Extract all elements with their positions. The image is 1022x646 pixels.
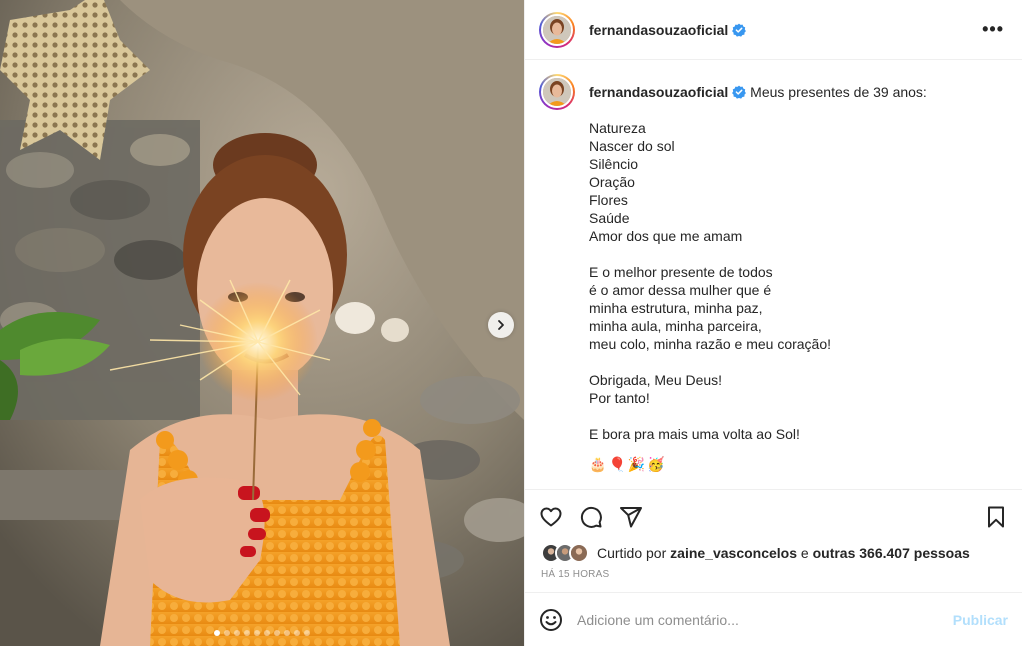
carousel-dot xyxy=(274,630,280,636)
likes-count-link[interactable]: outras 366.407 pessoas xyxy=(813,545,970,561)
verified-badge-icon xyxy=(732,23,747,37)
action-bar xyxy=(525,489,1022,543)
liker-username-link[interactable]: zaine_vasconcelos xyxy=(670,545,797,561)
carousel-next-button[interactable] xyxy=(488,312,514,338)
caption-body: Natureza Nascer do sol Silêncio Oração Flore… xyxy=(589,119,927,443)
carousel-dot xyxy=(294,630,300,636)
comment-icon[interactable] xyxy=(579,505,603,529)
more-options-icon[interactable]: ••• xyxy=(978,19,1008,40)
caption-line xyxy=(589,245,927,263)
caption-line: Oração xyxy=(589,174,635,190)
carousel-dot xyxy=(244,630,250,636)
caption-line: minha estrutura, minha paz, xyxy=(589,300,763,316)
caption-emoji: 🥳 xyxy=(647,456,665,472)
caption-avatar[interactable] xyxy=(539,74,575,110)
carousel-indicator xyxy=(0,630,524,636)
avatar[interactable] xyxy=(539,11,575,48)
heart-icon[interactable] xyxy=(539,505,563,529)
caption-line: meu colo, minha razão e meu coração! xyxy=(589,336,832,352)
carousel-dot xyxy=(264,630,270,636)
carousel-dot xyxy=(214,630,220,636)
caption-emoji: 🎉 xyxy=(627,456,646,472)
emoji-icon[interactable] xyxy=(539,608,563,632)
comment-bar: Publicar xyxy=(525,592,1022,646)
caption-line: Silêncio xyxy=(589,156,639,172)
post-timestamp[interactable]: HÁ 15 HORAS xyxy=(525,563,1022,580)
carousel-dot xyxy=(254,630,260,636)
avatar[interactable] xyxy=(569,543,589,563)
verified-badge-icon xyxy=(732,85,747,99)
caption-line: Saúde xyxy=(589,210,630,226)
caption-area: fernandasouzaoficial Meus presentes de 3… xyxy=(525,60,1022,489)
share-icon[interactable] xyxy=(619,505,643,529)
likes-text: Curtido por zaine_vasconcelos e outras 3… xyxy=(597,545,970,561)
caption-line: E o melhor presente de todos xyxy=(589,264,773,280)
post-sidebar: fernandasouzaoficial ••• fernandasouzaof… xyxy=(524,0,1022,646)
post-media[interactable] xyxy=(0,0,524,646)
caption-emojis: 🎂 🎈 🎉 🥳 xyxy=(589,455,927,473)
caption-line: minha aula, minha parceira, xyxy=(589,318,762,334)
publish-button[interactable]: Publicar xyxy=(953,612,1008,628)
username-link[interactable]: fernandasouzaoficial xyxy=(589,22,728,38)
caption-line xyxy=(589,407,927,425)
caption-emoji: 🎂 xyxy=(589,456,607,472)
caption-line: Amor dos que me amam xyxy=(589,228,743,244)
liker-avatars xyxy=(541,543,589,563)
likes-summary: Curtido por zaine_vasconcelos e outras 3… xyxy=(525,543,1022,563)
post-photo xyxy=(0,0,524,646)
post-header: fernandasouzaoficial ••• xyxy=(525,0,1022,60)
caption-line: Nascer do sol xyxy=(589,138,675,154)
carousel-dot xyxy=(234,630,240,636)
caption-line: Flores xyxy=(589,192,628,208)
caption-line: é o amor dessa mulher que é xyxy=(589,282,772,298)
caption-emoji: 🎈 xyxy=(608,456,626,472)
caption-line: Por tanto! xyxy=(589,390,650,406)
caption-username-link[interactable]: fernandasouzaoficial xyxy=(589,84,728,100)
caption-line xyxy=(589,353,927,371)
bookmark-icon[interactable] xyxy=(984,505,1008,529)
caption: fernandasouzaoficial Meus presentes de 3… xyxy=(589,74,927,473)
likes-middle: e xyxy=(800,545,809,561)
caption-line: Obrigada, Meu Deus! xyxy=(589,372,723,388)
carousel-dot xyxy=(284,630,290,636)
carousel-dot xyxy=(224,630,230,636)
post-modal: fernandasouzaoficial ••• fernandasouzaof… xyxy=(0,0,1022,646)
caption-line: E bora pra mais uma volta ao Sol! xyxy=(589,426,800,442)
caption-line: Natureza xyxy=(589,120,646,136)
likes-prefix: Curtido por xyxy=(597,545,667,561)
comment-input[interactable] xyxy=(577,611,953,628)
caption-first-line: Meus presentes de 39 anos: xyxy=(750,84,927,100)
chevron-right-icon xyxy=(498,320,504,330)
carousel-dot xyxy=(304,630,310,636)
